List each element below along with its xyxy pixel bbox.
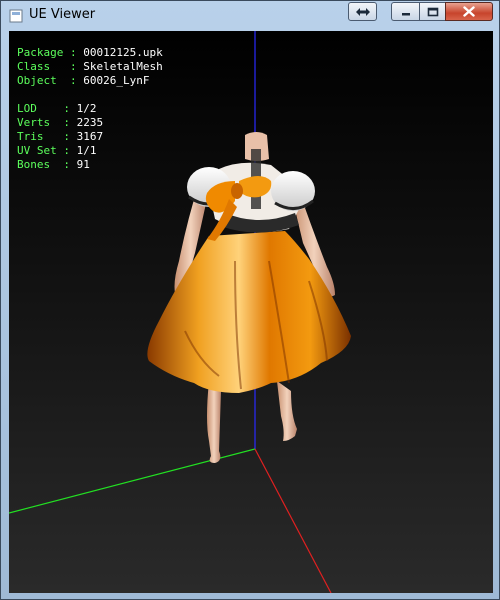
3d-viewport[interactable]: Package : 00012125.upk Class : SkeletalM…	[9, 31, 493, 593]
window-title: UE Viewer	[29, 7, 96, 22]
app-icon	[9, 9, 23, 23]
axis-x-line	[254, 448, 332, 593]
title-bar[interactable]: UE Viewer	[1, 1, 499, 31]
info-bones: Bones : 91	[17, 158, 90, 171]
minimize-button[interactable]	[391, 2, 420, 21]
skeletal-mesh-model	[147, 132, 351, 463]
maximize-icon	[427, 7, 438, 16]
info-uvset: UV Set : 1/1	[17, 144, 97, 157]
sizemove-button[interactable]	[348, 2, 377, 21]
mesh-info-overlay: Package : 00012125.upk Class : SkeletalM…	[17, 46, 163, 172]
minimize-icon	[402, 12, 410, 15]
app-window: UE Viewer Package: 00012125.upk Class:…	[0, 0, 500, 600]
sizemove-icon	[355, 7, 370, 16]
close-button[interactable]	[445, 2, 493, 21]
info-package: Package : 00012125.upk	[17, 46, 163, 59]
close-icon	[463, 6, 475, 17]
info-object: Object : 60026_LynF	[17, 74, 150, 87]
info-tris: Tris : 3167	[17, 130, 104, 143]
info-class: Class : SkeletalMesh	[17, 60, 163, 73]
info-lod: LOD : 1/2	[17, 102, 97, 115]
info-verts: Verts : 2235	[17, 116, 104, 129]
maximize-button[interactable]	[419, 2, 446, 21]
